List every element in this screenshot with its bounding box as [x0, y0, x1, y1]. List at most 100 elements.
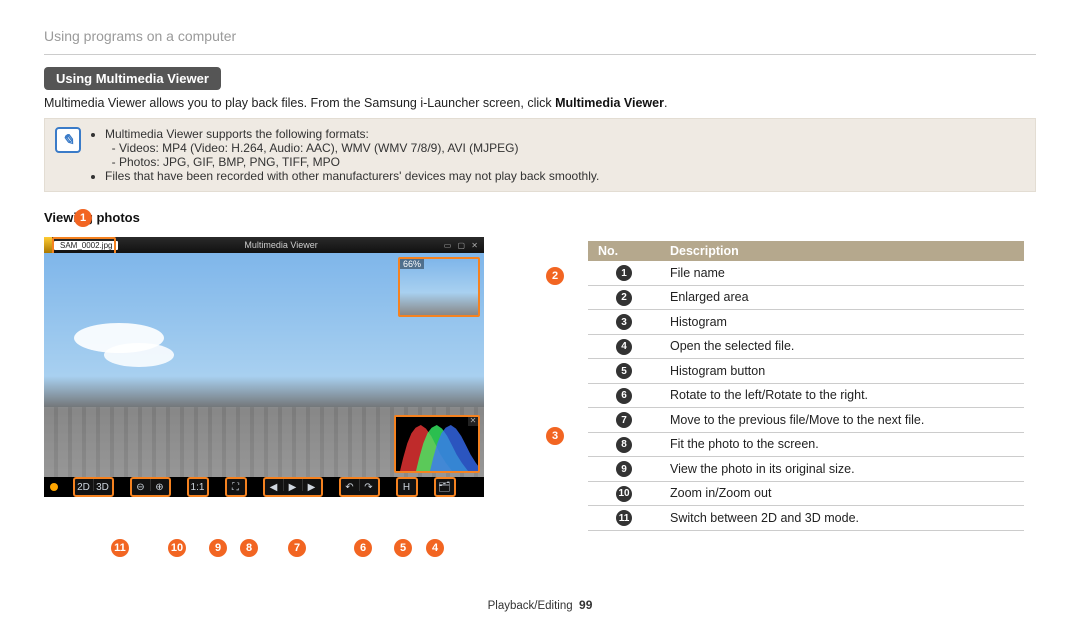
col-no: No. [588, 241, 660, 261]
note-line2: Files that have been recorded with other… [105, 169, 599, 183]
zoom-out-button[interactable]: ⊖ [132, 479, 150, 495]
callout-10: 10 [168, 539, 186, 557]
note-box: ✎ Multimedia Viewer supports the followi… [44, 118, 1036, 192]
enlarged-area-thumb[interactable]: 66% [398, 257, 480, 317]
fit-screen-button[interactable]: ⛶ [227, 479, 245, 495]
row-description: Zoom in/Zoom out [660, 481, 1024, 506]
table-row: 4 Open the selected file. [588, 334, 1024, 359]
callout-11: 11 [111, 539, 129, 557]
table-row: 8 Fit the photo to the screen. [588, 432, 1024, 457]
bottom-callout-row: 11 10 9 8 7 6 5 4 [44, 539, 484, 559]
number-circle: 2 [616, 290, 632, 306]
number-circle: 3 [616, 314, 632, 330]
original-size-button[interactable]: 1:1 [189, 479, 207, 495]
row-description: Histogram [660, 310, 1024, 335]
rotate-left-button[interactable]: ↶ [341, 479, 359, 495]
footer-section: Playback/Editing [488, 600, 573, 612]
number-circle: 10 [616, 486, 632, 502]
callout-4: 4 [426, 539, 444, 557]
nav-group[interactable]: ◀ ▶ ▶ [263, 477, 323, 497]
open-file-group[interactable]: 🗂 [434, 477, 456, 497]
number-circle: 1 [616, 265, 632, 281]
viewer-toolbar: 2D 3D ⊖ ⊕ 1:1 ⛶ [44, 477, 484, 497]
row-description: Move to the previous file/Move to the ne… [660, 408, 1024, 433]
zoom-in-button[interactable]: ⊕ [151, 479, 169, 495]
row-description: Open the selected file. [660, 334, 1024, 359]
row-number: 1 [588, 261, 660, 285]
table-row: 9 View the photo in its original size. [588, 457, 1024, 482]
row-description: Enlarged area [660, 285, 1024, 310]
row-number: 11 [588, 506, 660, 531]
thumb-percent: 66% [400, 259, 424, 269]
breadcrumb: Using programs on a computer [44, 28, 1036, 44]
row-number: 4 [588, 334, 660, 359]
page-footer: Playback/Editing 99 [0, 598, 1080, 612]
titlebar-accent [44, 237, 52, 253]
histogram-button[interactable]: H [398, 479, 416, 495]
histogram-button-group[interactable]: H [396, 477, 418, 497]
number-circle: 11 [616, 510, 632, 526]
table-row: 5 Histogram button [588, 359, 1024, 384]
table-row: 3 Histogram [588, 310, 1024, 335]
table-row: 6 Rotate to the left/Rotate to the right. [588, 383, 1024, 408]
number-circle: 7 [616, 412, 632, 428]
note-line1: Multimedia Viewer supports the following… [105, 127, 369, 141]
mode-3d-button[interactable]: 3D [94, 479, 112, 495]
callout-1: 1 [74, 209, 92, 227]
callout-8: 8 [240, 539, 258, 557]
footer-page: 99 [579, 598, 592, 612]
note-icon: ✎ [55, 127, 81, 153]
col-desc: Description [660, 241, 1024, 261]
callout-6: 6 [354, 539, 372, 557]
table-row: 1File name [588, 261, 1024, 285]
row-description: View the photo in its original size. [660, 457, 1024, 482]
histogram-close-icon[interactable]: ✕ [468, 416, 478, 426]
row-description: Fit the photo to the screen. [660, 432, 1024, 457]
toolbar-accent-dot [50, 483, 58, 491]
original-size-group[interactable]: 1:1 [187, 477, 209, 497]
table-row: 11 Switch between 2D and 3D mode. [588, 506, 1024, 531]
note-list: Multimedia Viewer supports the following… [91, 127, 599, 183]
row-description: Rotate to the left/Rotate to the right. [660, 383, 1024, 408]
histogram-panel[interactable]: ✕ [394, 415, 480, 473]
zoom-group[interactable]: ⊖ ⊕ [130, 477, 171, 497]
table-row: 7 Move to the previous file/Move to the n… [588, 408, 1024, 433]
multimedia-viewer-window: SAM_0002.jpg Multimedia Viewer ▭ ▢ ✕ 66%… [44, 237, 484, 497]
filename-label: SAM_0002.jpg [54, 241, 118, 250]
callout-7: 7 [288, 539, 306, 557]
mode-2d-button[interactable]: 2D [75, 479, 93, 495]
callout-3: 3 [546, 427, 564, 445]
callout-table: No. Description 1File name 2 Enlarged area… [588, 241, 1024, 531]
viewer-titlebar: SAM_0002.jpg Multimedia Viewer ▭ ▢ ✕ [44, 237, 484, 253]
callout-5: 5 [394, 539, 412, 557]
table-row: 10 Zoom in/Zoom out [588, 481, 1024, 506]
subheading-viewing-photos: Viewing photos [44, 210, 1036, 225]
row-number: 3 [588, 310, 660, 335]
row-number: 5 [588, 359, 660, 384]
number-circle: 8 [616, 437, 632, 453]
prev-file-button[interactable]: ◀ [265, 479, 283, 495]
row-description: Histogram button [660, 359, 1024, 384]
number-circle: 5 [616, 363, 632, 379]
number-circle: 6 [616, 388, 632, 404]
mode-2d3d-group[interactable]: 2D 3D [73, 477, 114, 497]
callout-2: 2 [546, 267, 564, 285]
row-description: Switch between 2D and 3D mode. [660, 506, 1024, 531]
row-number: 6 [588, 383, 660, 408]
divider [44, 54, 1036, 55]
intro-post: . [664, 96, 667, 110]
rotate-group[interactable]: ↶ ↷ [339, 477, 380, 497]
table-row: 2 Enlarged area [588, 285, 1024, 310]
number-circle: 9 [616, 461, 632, 477]
viewer-figure: 1 2 3 SAM_0002.jpg Multimedia Viewer ▭ ▢… [44, 231, 504, 531]
fit-screen-group[interactable]: ⛶ [225, 477, 247, 497]
play-button[interactable]: ▶ [284, 479, 302, 495]
window-title: Multimedia Viewer [118, 240, 443, 250]
open-file-button[interactable]: 🗂 [436, 479, 454, 495]
number-circle: 4 [616, 339, 632, 355]
section-heading: Using Multimedia Viewer [44, 67, 221, 90]
rotate-right-button[interactable]: ↷ [360, 479, 378, 495]
next-file-button[interactable]: ▶ [303, 479, 321, 495]
window-buttons[interactable]: ▭ ▢ ✕ [444, 241, 484, 250]
row-number: 10 [588, 481, 660, 506]
